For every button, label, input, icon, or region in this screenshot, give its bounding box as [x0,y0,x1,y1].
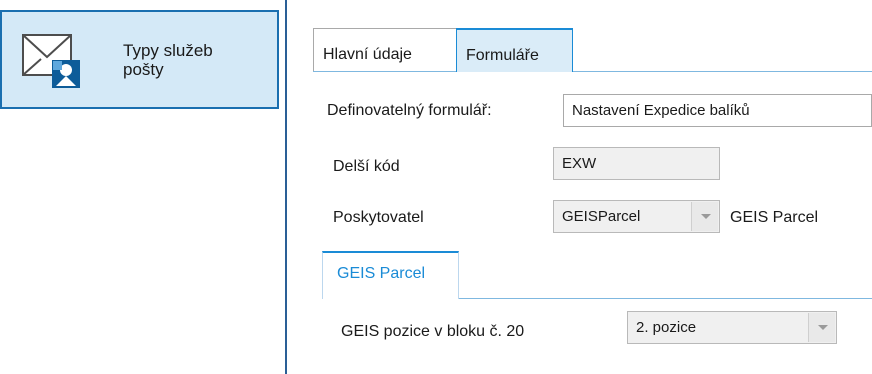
provider-name: GEIS Parcel [730,209,819,226]
provider-value: GEISParcel [562,208,641,225]
sidebar-item-mail-service-types[interactable]: Typy služeb pošty [0,10,279,109]
tab-forms[interactable]: Formuláře [456,28,573,72]
tab-label: Formuláře [466,47,539,64]
longer-code-field[interactable]: EXW [553,147,720,180]
tab-main-data[interactable]: Hlavní údaje [313,28,457,72]
tab-label: Hlavní údaje [323,46,412,63]
tab-label: GEIS Parcel [337,265,426,282]
longer-code-value: EXW [562,155,597,172]
longer-code-label: Delší kód [333,158,400,175]
definable-form-label: Definovatelný formulář: [327,102,492,119]
tab-geis-parcel[interactable]: GEIS Parcel [322,251,459,299]
geis-position-value: 2. pozice [636,319,697,336]
sidebar-item-label: Typy služeb pošty [123,41,213,79]
geis-position-label: GEIS pozice v bloku č. 20 [341,323,525,340]
mail-service-icon [22,32,92,92]
tab-strip-underline [313,71,872,72]
chevron-down-icon[interactable] [808,313,835,342]
definable-form-value: Nastavení Expedice balíků [572,102,750,119]
chevron-down-icon[interactable] [691,202,718,231]
panel-divider [285,0,287,374]
geis-position-select[interactable]: 2. pozice [627,311,837,344]
definable-form-field[interactable]: Nastavení Expedice balíků [563,94,872,127]
provider-select[interactable]: GEISParcel [553,200,720,233]
provider-label: Poskytovatel [333,209,424,226]
